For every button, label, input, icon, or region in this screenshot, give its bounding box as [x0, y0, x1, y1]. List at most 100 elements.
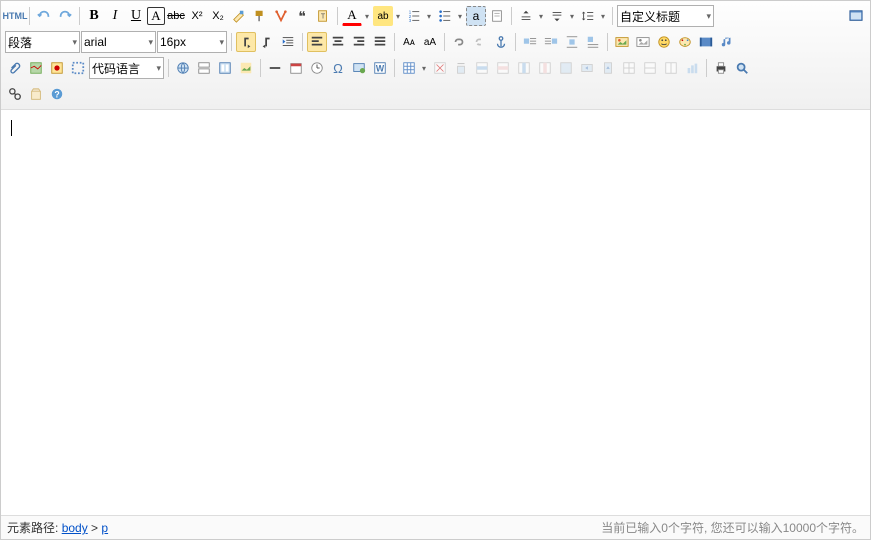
- map-button[interactable]: [26, 58, 46, 78]
- align-left-button[interactable]: [307, 32, 327, 52]
- rowspacingbottom-button[interactable]: ▾: [547, 6, 577, 26]
- inserttable-button[interactable]: ▾: [399, 58, 429, 78]
- selectall-button[interactable]: a: [466, 6, 486, 26]
- fontborder-button[interactable]: A: [147, 7, 165, 25]
- autotypeset-button[interactable]: [271, 6, 291, 26]
- separator: [168, 59, 169, 77]
- pasteplain-button[interactable]: T: [313, 6, 333, 26]
- background-button[interactable]: [236, 58, 256, 78]
- strikethrough-button[interactable]: abc: [166, 6, 186, 26]
- paragraph-select[interactable]: 段落: [5, 31, 80, 53]
- bold-button[interactable]: B: [84, 6, 104, 26]
- insertcol-button[interactable]: [514, 58, 534, 78]
- mergecells-button[interactable]: [556, 58, 576, 78]
- unordered-list-button[interactable]: ▾: [435, 6, 465, 26]
- touppercase-button[interactable]: Aᴀ: [399, 32, 419, 52]
- time-button[interactable]: [307, 58, 327, 78]
- print2-button[interactable]: [711, 58, 731, 78]
- simpleupload-button[interactable]: [633, 32, 653, 52]
- gmap-button[interactable]: [47, 58, 67, 78]
- dir-rtl-button[interactable]: [257, 32, 277, 52]
- customstyle-select[interactable]: 自定义标题: [617, 5, 714, 27]
- link-button[interactable]: [449, 32, 469, 52]
- scrawl-button[interactable]: [675, 32, 695, 52]
- horizontal-button[interactable]: [265, 58, 285, 78]
- separator: [444, 33, 445, 51]
- align-center-button[interactable]: [328, 32, 348, 52]
- undo-button[interactable]: [34, 6, 54, 26]
- splittocols-button[interactable]: [661, 58, 681, 78]
- snapscreen-button[interactable]: [349, 58, 369, 78]
- print-button[interactable]: [487, 6, 507, 26]
- insertimage-button[interactable]: [612, 32, 632, 52]
- webapp-button[interactable]: [173, 58, 193, 78]
- fullscreen-button[interactable]: [846, 6, 866, 26]
- insertvideo-button[interactable]: [696, 32, 716, 52]
- searchreplace-button[interactable]: [5, 84, 25, 104]
- separator: [79, 7, 80, 25]
- align-right-button[interactable]: [349, 32, 369, 52]
- dir-ltr-button[interactable]: [236, 32, 256, 52]
- deletecol-button[interactable]: [535, 58, 555, 78]
- img-none-button[interactable]: [583, 32, 603, 52]
- mergedown-button[interactable]: [598, 58, 618, 78]
- toolbar: HTML B I U A abc X² X₂ ❝ T A▾ ab▾ 123▾ ▾…: [1, 1, 870, 110]
- deleterow-button[interactable]: [493, 58, 513, 78]
- svg-text:W: W: [376, 64, 385, 74]
- template-button[interactable]: [215, 58, 235, 78]
- indent-button[interactable]: [278, 32, 298, 52]
- date-button[interactable]: [286, 58, 306, 78]
- ordered-list-button[interactable]: 123▾: [404, 6, 434, 26]
- preview-button[interactable]: [732, 58, 752, 78]
- attachment-button[interactable]: [5, 58, 25, 78]
- insertparagraphbefore-button[interactable]: [451, 58, 471, 78]
- subscript-button[interactable]: X₂: [208, 6, 228, 26]
- fontfamily-select[interactable]: arial: [81, 31, 156, 53]
- separator: [231, 33, 232, 51]
- underline-button[interactable]: U: [126, 6, 146, 26]
- element-path: 元素路径: body > p: [7, 519, 108, 536]
- fontsize-select[interactable]: 16px: [157, 31, 227, 53]
- removeformat-button[interactable]: [229, 6, 249, 26]
- statusbar: 元素路径: body > p 当前已输入0个字符, 您还可以输入10000个字符…: [1, 515, 870, 539]
- emotion-button[interactable]: [654, 32, 674, 52]
- img-right-button[interactable]: [541, 32, 561, 52]
- editor-content[interactable]: [1, 110, 870, 515]
- formatmatch-button[interactable]: [250, 6, 270, 26]
- tolowercase-button[interactable]: aA: [420, 32, 440, 52]
- insertcode-select[interactable]: 代码语言: [89, 57, 164, 79]
- italic-button[interactable]: I: [105, 6, 125, 26]
- forecolor-button[interactable]: A▾: [342, 6, 372, 26]
- text-cursor: [11, 120, 12, 136]
- separator: [337, 7, 338, 25]
- unlink-button[interactable]: [470, 32, 490, 52]
- splittocells-button[interactable]: [619, 58, 639, 78]
- spechars-button[interactable]: Ω: [328, 58, 348, 78]
- path-p-link[interactable]: p: [101, 521, 108, 535]
- anchor-button[interactable]: [491, 32, 511, 52]
- align-justify-button[interactable]: [370, 32, 390, 52]
- backcolor-button[interactable]: ab▾: [373, 6, 403, 26]
- superscript-button[interactable]: X²: [187, 6, 207, 26]
- redo-button[interactable]: [55, 6, 75, 26]
- rowspacingtop-button[interactable]: ▾: [516, 6, 546, 26]
- path-body-link[interactable]: body: [62, 521, 88, 535]
- deletetable-button[interactable]: [430, 58, 450, 78]
- pagebreak-button[interactable]: [194, 58, 214, 78]
- rich-text-editor: HTML B I U A abc X² X₂ ❝ T A▾ ab▾ 123▾ ▾…: [0, 0, 871, 540]
- source-button[interactable]: HTML: [5, 6, 25, 26]
- insertrow-button[interactable]: [472, 58, 492, 78]
- lineheight-button[interactable]: ▾: [578, 6, 608, 26]
- help-button[interactable]: ?: [47, 84, 67, 104]
- separator: [706, 59, 707, 77]
- insertframe-button[interactable]: [68, 58, 88, 78]
- mergeright-button[interactable]: [577, 58, 597, 78]
- charts-button[interactable]: [682, 58, 702, 78]
- splittorows-button[interactable]: [640, 58, 660, 78]
- drafts-button[interactable]: [26, 84, 46, 104]
- img-left-button[interactable]: [520, 32, 540, 52]
- music-button[interactable]: [717, 32, 737, 52]
- img-center-button[interactable]: [562, 32, 582, 52]
- blockquote-button[interactable]: ❝: [292, 6, 312, 26]
- wordimage-button[interactable]: W: [370, 58, 390, 78]
